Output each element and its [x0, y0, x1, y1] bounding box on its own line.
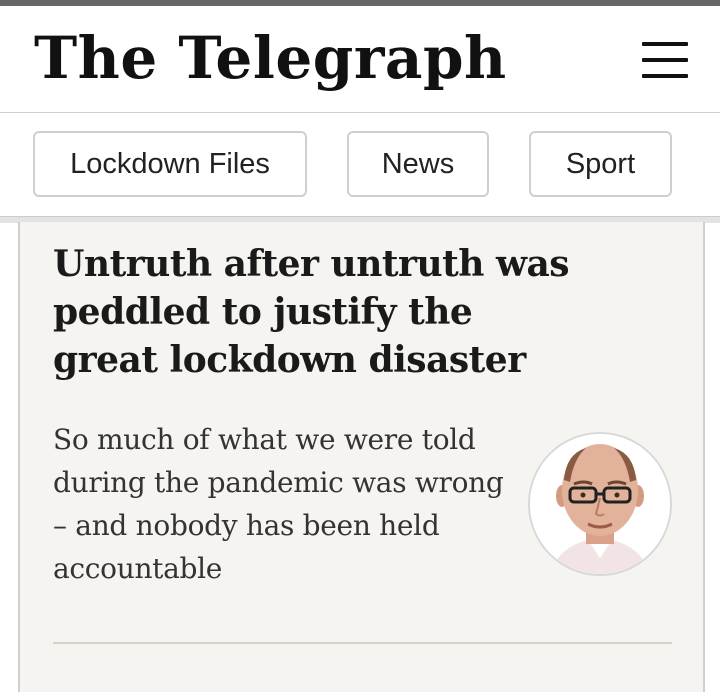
menu-line: [642, 74, 688, 78]
section-nav: Lockdown Files News Sport: [0, 113, 720, 217]
nav-item-sport[interactable]: Sport: [529, 131, 672, 197]
article-card[interactable]: Untruth after untruth was peddled to jus…: [18, 222, 705, 692]
menu-line: [642, 42, 688, 46]
telegraph-logo[interactable]: The Telegraph: [34, 18, 507, 98]
card-divider: [53, 642, 672, 644]
author-avatar[interactable]: [528, 432, 672, 576]
nav-item-lockdown-files[interactable]: Lockdown Files: [33, 131, 307, 197]
site-header: The Telegraph: [0, 6, 720, 112]
author-portrait: [530, 434, 670, 574]
hamburger-menu-icon[interactable]: [642, 42, 688, 78]
article-standfirst: So much of what we were told during the …: [53, 423, 504, 585]
article-headline[interactable]: Untruth after untruth was peddled to jus…: [53, 240, 573, 384]
nav-item-news[interactable]: News: [347, 131, 489, 197]
menu-line: [642, 58, 688, 62]
